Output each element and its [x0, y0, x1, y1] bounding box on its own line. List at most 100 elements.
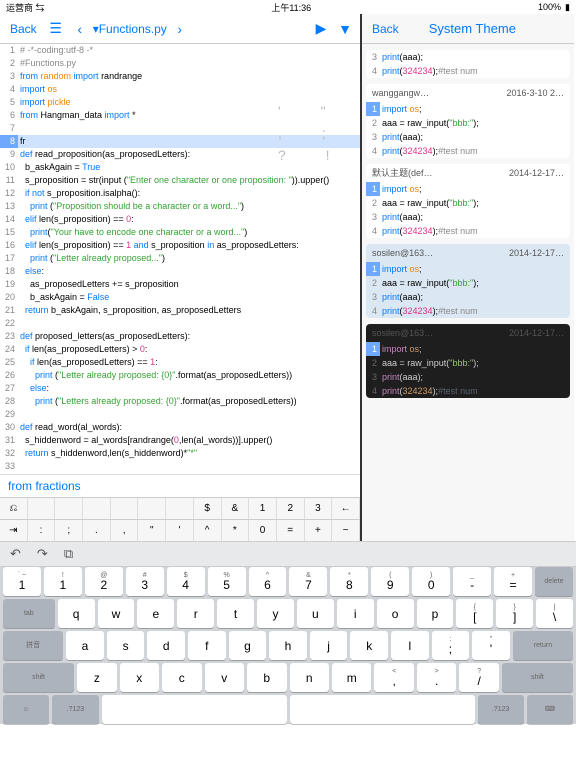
key[interactable]: o	[377, 599, 414, 628]
code-line[interactable]: 24 if len(as_proposedLetters) > 0:	[0, 343, 360, 356]
key[interactable]: & 7	[289, 567, 327, 596]
key[interactable]: b	[247, 663, 286, 692]
key[interactable]: v	[205, 663, 244, 692]
symbol-row-1[interactable]: ⎌ $&123←	[0, 497, 360, 519]
key[interactable]: h	[269, 631, 307, 660]
key[interactable]: z	[77, 663, 116, 692]
theme-back-button[interactable]: Back	[366, 20, 405, 38]
prev-icon[interactable]: ‹	[69, 21, 91, 37]
code-line[interactable]: 17 print ("Letter already proposed...")	[0, 252, 360, 265]
theme-card[interactable]: 默认主题(def…2014-12-17…1import os;2aaa = ra…	[366, 164, 570, 238]
key[interactable]: ⌨	[527, 695, 573, 724]
code-line[interactable]: 14 elif len(s_proposition) == 0:	[0, 213, 360, 226]
symbol-key[interactable]	[166, 498, 194, 519]
key[interactable]: % 5	[208, 567, 246, 596]
code-line[interactable]: 5import pickle	[0, 96, 360, 109]
key[interactable]: # 3	[126, 567, 164, 596]
key[interactable]: ` ~1	[3, 567, 41, 596]
symbol-key[interactable]: 0	[249, 520, 277, 541]
code-line[interactable]: 26 print ("Letter already proposed: {0}"…	[0, 369, 360, 382]
symbol-key[interactable]: ;	[55, 520, 83, 541]
key[interactable]: ☺	[3, 695, 49, 724]
key[interactable]: a	[66, 631, 104, 660]
key[interactable]: i	[337, 599, 374, 628]
code-line[interactable]: 4import os	[0, 83, 360, 96]
key[interactable]: 拼音	[3, 631, 63, 660]
key[interactable]: shift	[502, 663, 573, 692]
outline-icon[interactable]: ☰	[45, 20, 67, 37]
symbol-key[interactable]: $	[194, 498, 222, 519]
code-line[interactable]: 21 return b_askAgain, s_proposition, as_…	[0, 304, 360, 317]
symbol-key[interactable]: '	[166, 520, 194, 541]
key[interactable]: p	[417, 599, 454, 628]
symbol-row-2[interactable]: ⇥:;.,"'^*0=+~	[0, 519, 360, 541]
symbol-key[interactable]: 1	[249, 498, 277, 519]
key[interactable]: tab	[3, 599, 55, 628]
code-line[interactable]: 18 else:	[0, 265, 360, 278]
code-line[interactable]: 30def read_word(al_words):	[0, 421, 360, 434]
key[interactable]: e	[137, 599, 174, 628]
key[interactable]: l	[391, 631, 429, 660]
file-title[interactable]: ▾Functions.py	[93, 22, 167, 36]
symbol-key[interactable]: ⎌	[0, 498, 28, 519]
symbol-key[interactable]: :	[28, 520, 56, 541]
key[interactable]: } ]	[496, 599, 533, 628]
symbol-key[interactable]: +	[305, 520, 333, 541]
code-line[interactable]: 25 if len(as_proposedLetters) == 1:	[0, 356, 360, 369]
menu-icon[interactable]: ▼	[334, 21, 356, 37]
symbol-key[interactable]: ,	[111, 520, 139, 541]
symbol-key[interactable]	[83, 498, 111, 519]
key[interactable]: r	[177, 599, 214, 628]
key[interactable]: d	[147, 631, 185, 660]
key[interactable]: ? /	[459, 663, 498, 692]
theme-card[interactable]: sosilen@163…2014-12-17…1import os;2aaa =…	[366, 324, 570, 398]
symbol-key[interactable]: ~	[332, 520, 360, 541]
key[interactable]: x	[120, 663, 159, 692]
symbol-key[interactable]: ←	[332, 498, 360, 519]
code-line[interactable]: 9def read_proposition(as_proposedLetters…	[0, 148, 360, 161]
key[interactable]: k	[350, 631, 388, 660]
code-line[interactable]: 7	[0, 122, 360, 135]
symbol-key[interactable]	[138, 498, 166, 519]
key[interactable]: @ 2	[85, 567, 123, 596]
key[interactable]: delete	[535, 567, 573, 596]
code-line[interactable]: 22	[0, 317, 360, 330]
symbol-key[interactable]: 3	[305, 498, 333, 519]
next-icon[interactable]: ›	[169, 21, 191, 37]
code-line[interactable]: 1# -*-coding:utf-8 -*	[0, 44, 360, 57]
code-line[interactable]: 20 b_askAgain = False	[0, 291, 360, 304]
redo-icon[interactable]: ↷	[37, 546, 48, 562]
key[interactable]: ^ 6	[249, 567, 287, 596]
code-line[interactable]: 2#Functions.py	[0, 57, 360, 70]
symbol-key[interactable]: &	[222, 498, 250, 519]
undo-icon[interactable]: ↶	[10, 546, 21, 562]
key[interactable]: shift	[3, 663, 74, 692]
run-icon[interactable]: ▶	[310, 20, 332, 37]
theme-card[interactable]: sosilen@163…2014-12-17…1import os;2aaa =…	[366, 244, 570, 318]
key[interactable]: q	[58, 599, 95, 628]
code-line[interactable]: 16 elif len(s_proposition) == 1 and s_pr…	[0, 239, 360, 252]
key[interactable]: y	[257, 599, 294, 628]
symbol-key[interactable]: ^	[194, 520, 222, 541]
key[interactable]: > .	[417, 663, 456, 692]
key[interactable]: .?123	[52, 695, 98, 724]
key[interactable]: f	[188, 631, 226, 660]
code-line[interactable]: 28 print ("Letters already proposed: {0}…	[0, 395, 360, 408]
symbol-key[interactable]: 2	[277, 498, 305, 519]
key[interactable]: j	[310, 631, 348, 660]
code-editor[interactable]: 1# -*-coding:utf-8 -*2#Functions.py3from…	[0, 44, 360, 474]
key[interactable]: _ -	[453, 567, 491, 596]
theme-card[interactable]: wanggangw…2016-3-10 2…1import os;2aaa = …	[366, 84, 570, 158]
symbol-key[interactable]	[28, 498, 56, 519]
code-line[interactable]: 29	[0, 408, 360, 421]
autocomplete[interactable]: from fractions	[0, 474, 360, 497]
code-line[interactable]: 13 print ("Proposition should be a chara…	[0, 200, 360, 213]
key[interactable]: | \	[536, 599, 573, 628]
symbol-key[interactable]	[111, 498, 139, 519]
key[interactable]: c	[162, 663, 201, 692]
key[interactable]	[102, 695, 287, 724]
code-line[interactable]: 10 b_askAgain = True	[0, 161, 360, 174]
code-line[interactable]: 32 return s_hiddenword,len(s_hiddenword)…	[0, 447, 360, 460]
key[interactable]: : ;	[432, 631, 470, 660]
key[interactable]: return	[513, 631, 573, 660]
